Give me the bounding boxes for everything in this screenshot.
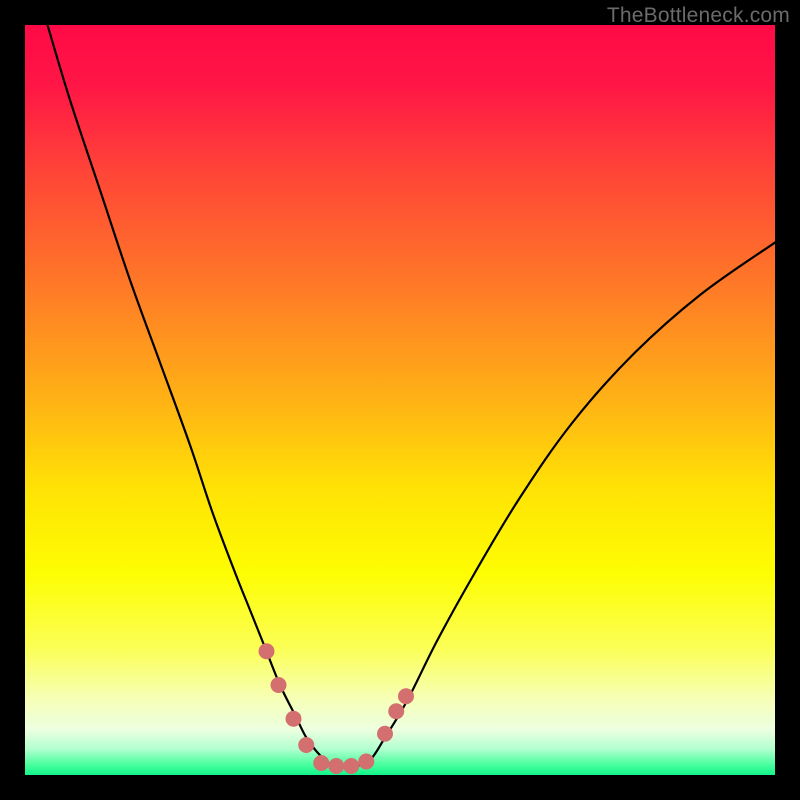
trough-marker: [343, 758, 359, 774]
trough-marker: [259, 643, 275, 659]
trough-marker: [298, 737, 314, 753]
trough-marker: [271, 677, 287, 693]
trough-marker: [388, 703, 404, 719]
trough-markers: [259, 643, 415, 774]
trough-marker: [398, 688, 414, 704]
trough-marker: [358, 754, 374, 770]
trough-marker: [286, 711, 302, 727]
watermark-text: TheBottleneck.com: [607, 4, 790, 28]
trough-marker: [328, 758, 344, 774]
bottleneck-curve: [48, 25, 776, 767]
trough-marker: [313, 755, 329, 771]
trough-marker: [377, 726, 393, 742]
curve-layer: [25, 25, 775, 775]
plot-area: [25, 25, 775, 775]
chart-root: TheBottleneck.com: [0, 0, 800, 800]
